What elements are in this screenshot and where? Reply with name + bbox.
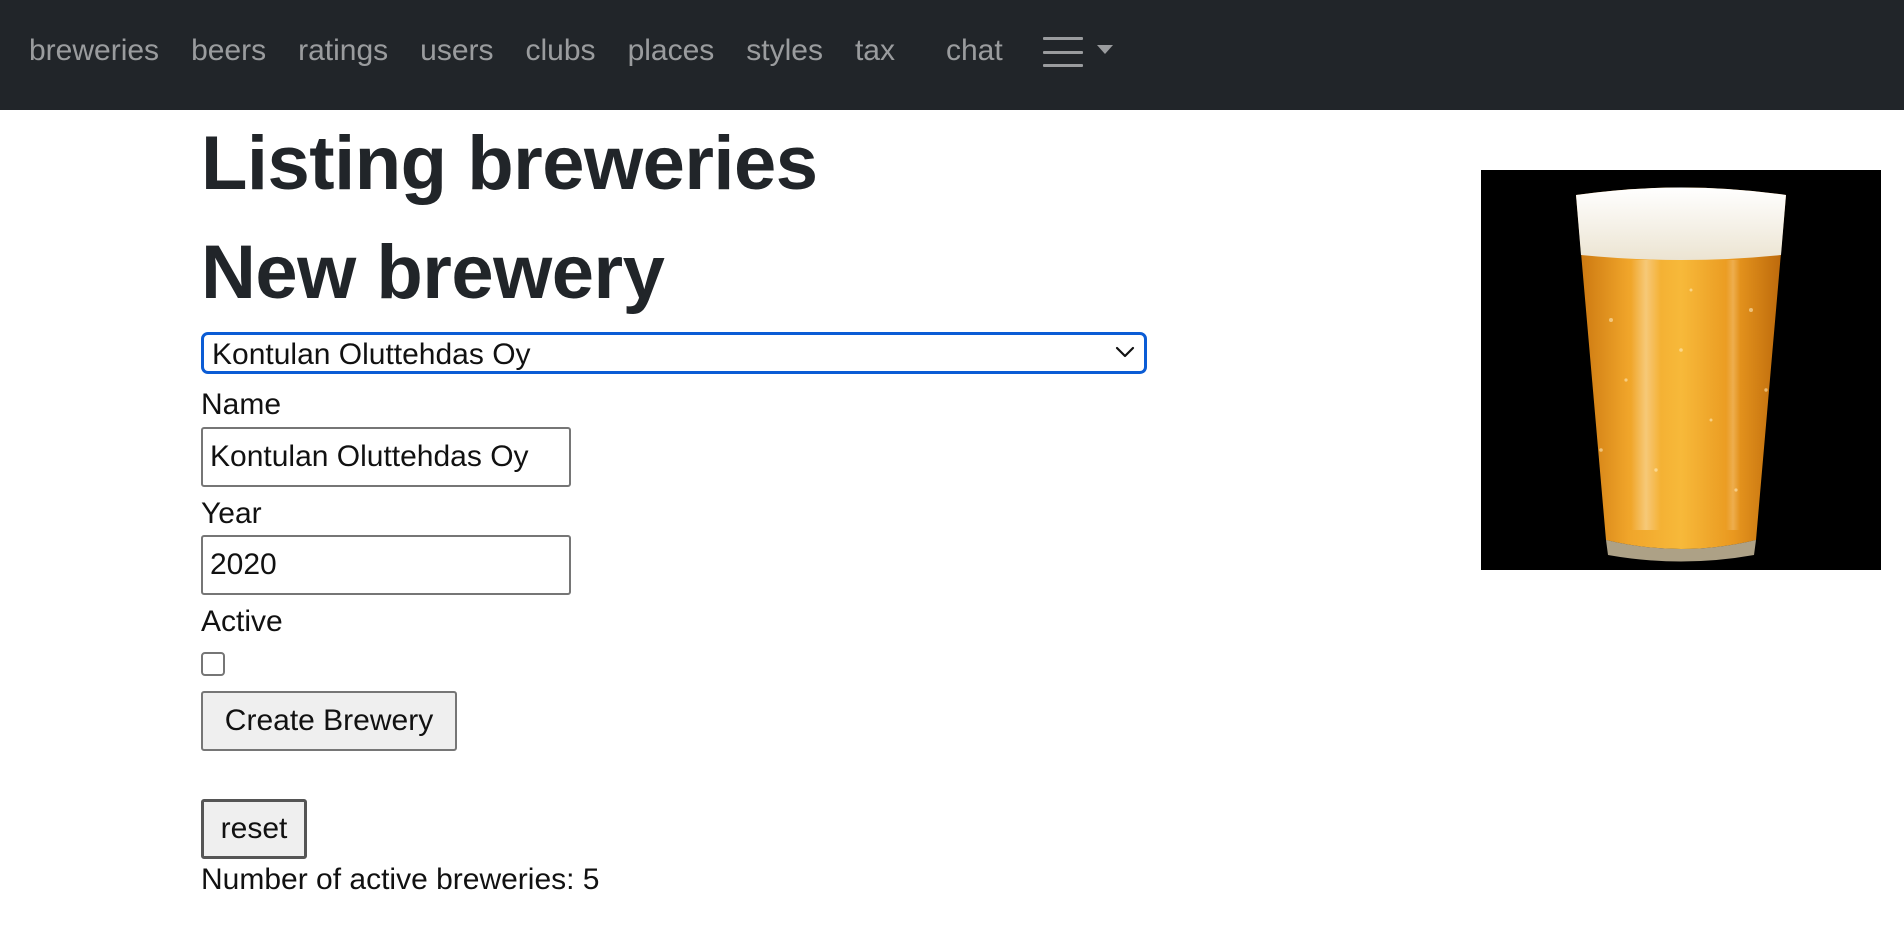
nav-link-breweries[interactable]: breweries [13, 31, 175, 71]
nav-link-ratings[interactable]: ratings [282, 31, 404, 71]
beer-image [1481, 170, 1881, 570]
page-title: Listing breweries [201, 121, 818, 206]
brewery-select-value: Kontulan Oluttehdas Oy [212, 338, 531, 371]
nav-link-styles[interactable]: styles [730, 31, 839, 71]
nav-link-tax[interactable]: tax [839, 31, 911, 71]
active-checkbox[interactable] [201, 652, 225, 676]
active-label: Active [201, 605, 283, 638]
nav-link-users[interactable]: users [404, 31, 509, 71]
brewery-select[interactable]: Kontulan Oluttehdas Oy [201, 332, 1147, 374]
caret-down-icon [1096, 44, 1113, 54]
nav-link-clubs[interactable]: clubs [510, 31, 612, 71]
name-label: Name [201, 388, 282, 421]
nav-link-beers[interactable]: beers [175, 31, 282, 71]
active-breweries-count: Number of active breweries: 5 [201, 863, 600, 896]
reset-button[interactable]: reset [201, 799, 307, 859]
nav-link-places[interactable]: places [612, 31, 731, 71]
year-label: Year [201, 497, 262, 530]
create-brewery-button[interactable]: Create Brewery [201, 691, 457, 751]
section-title: New brewery [201, 230, 665, 315]
hamburger-icon [1042, 35, 1083, 67]
chevron-down-icon [1115, 346, 1135, 358]
nav-dropdown-toggle[interactable] [1039, 29, 1117, 73]
nav-links: breweries beers ratings users clubs plac… [13, 29, 1117, 73]
year-input[interactable] [201, 535, 571, 595]
top-navbar: breweries beers ratings users clubs plac… [0, 0, 1904, 110]
name-input[interactable] [201, 427, 571, 487]
nav-link-chat[interactable]: chat [930, 31, 1019, 71]
beer-glass-illustration [1481, 170, 1881, 570]
